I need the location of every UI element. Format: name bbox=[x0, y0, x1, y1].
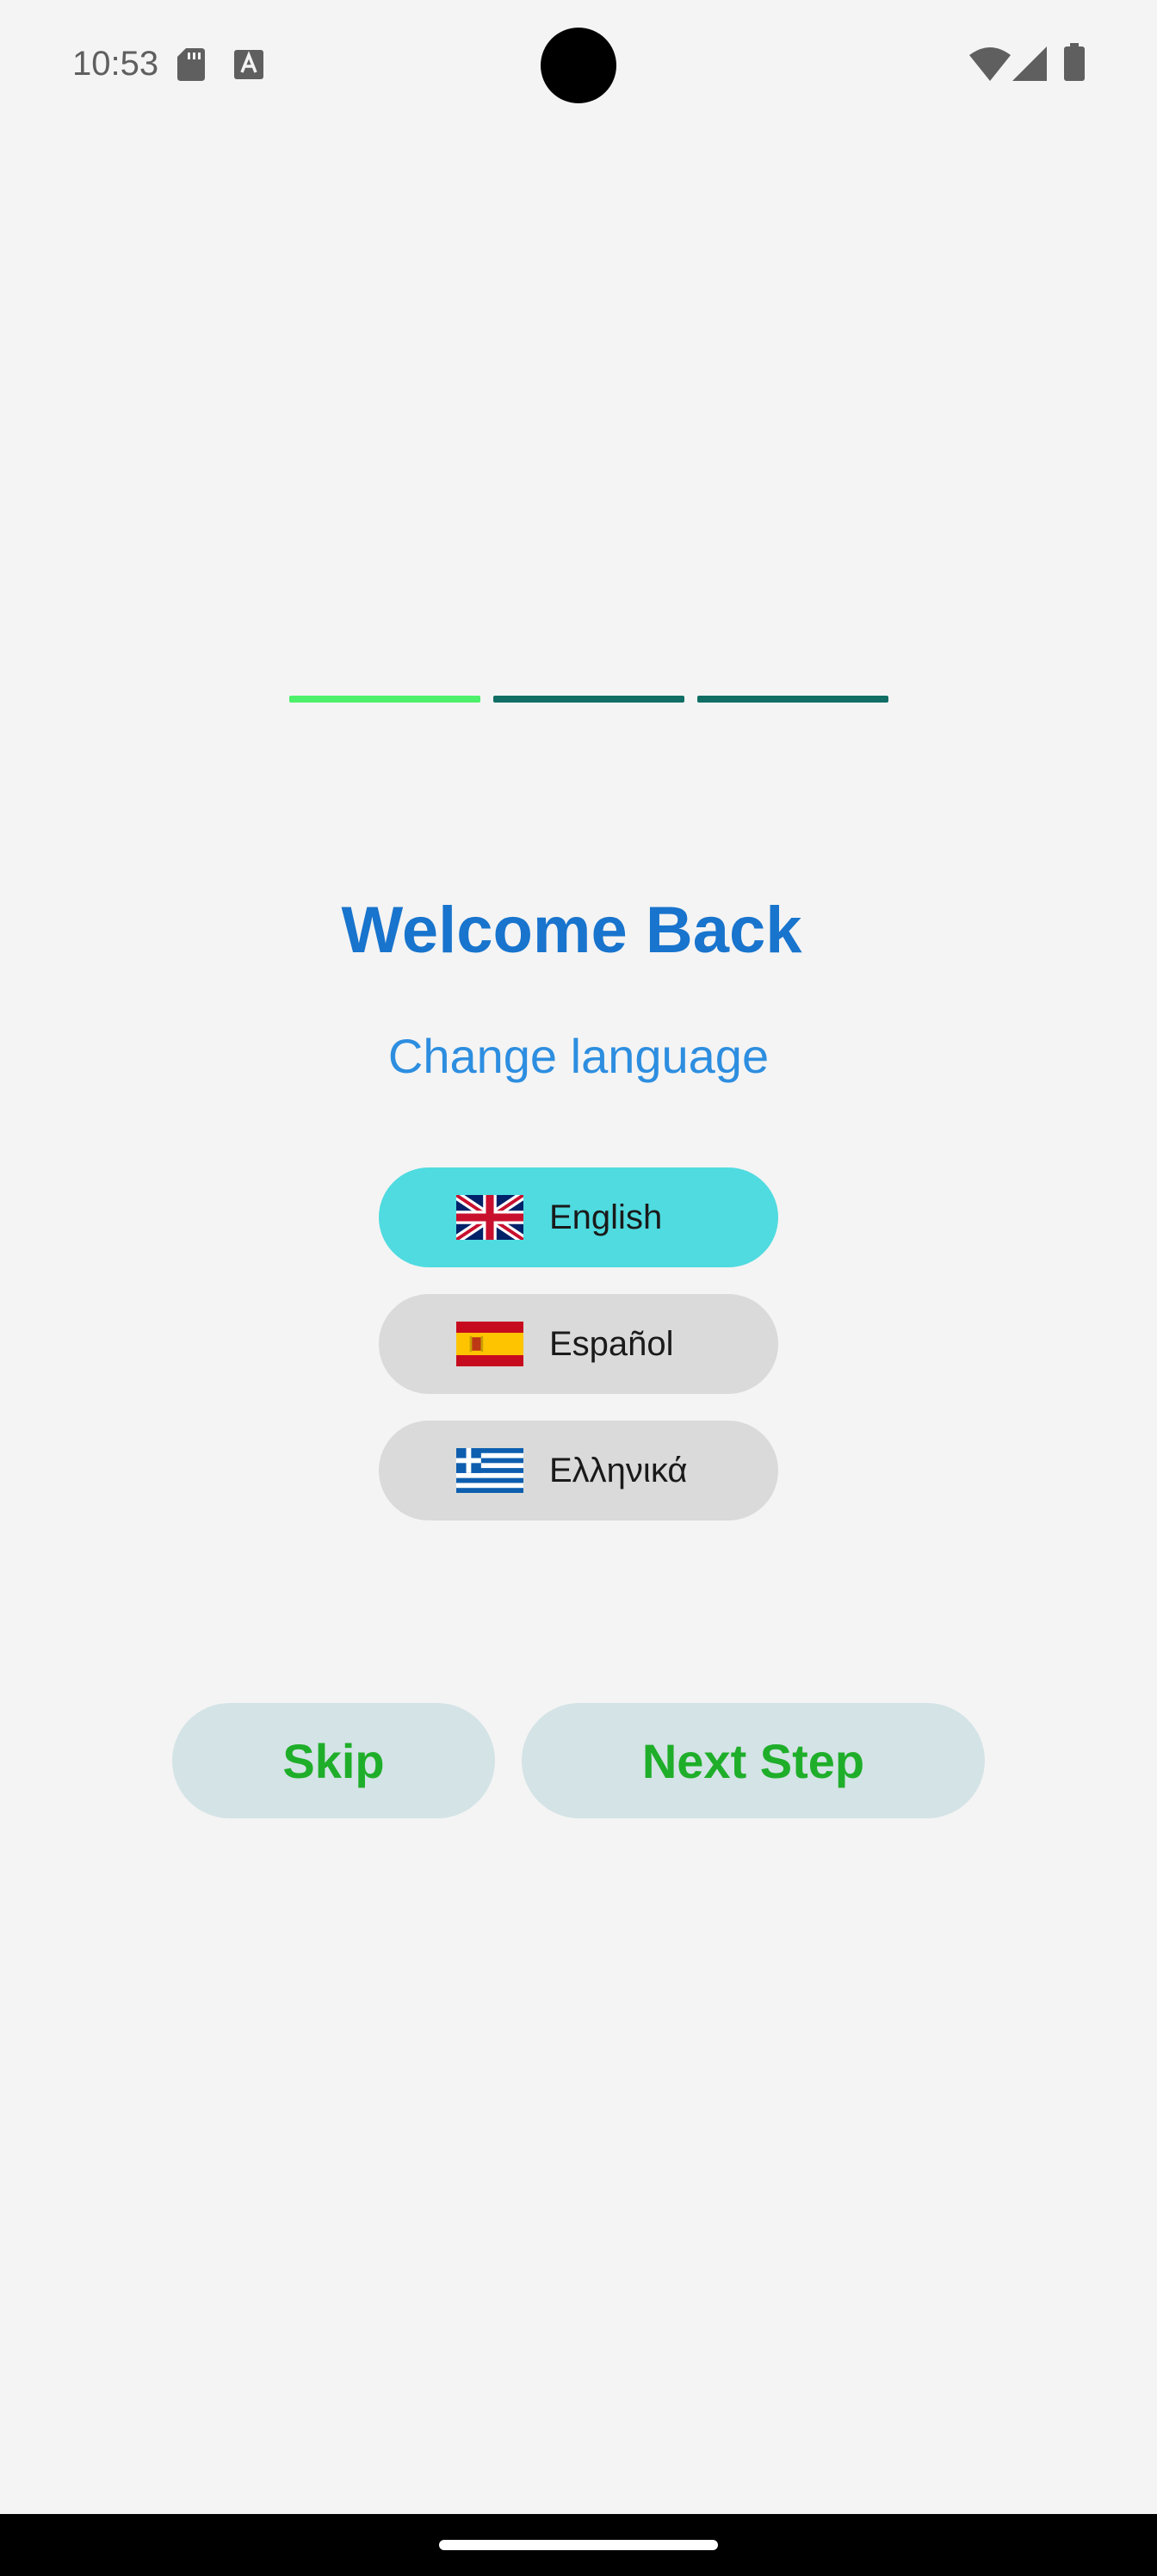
progress-step-2 bbox=[493, 696, 684, 703]
step-progress-indicator bbox=[289, 696, 888, 703]
text-a-icon bbox=[234, 50, 263, 79]
language-label: Ελληνικά bbox=[549, 1452, 688, 1489]
status-time: 10:53 bbox=[72, 45, 159, 83]
greece-flag-icon bbox=[456, 1448, 523, 1493]
language-option-greek[interactable]: Ελληνικά bbox=[379, 1421, 778, 1520]
progress-step-3 bbox=[697, 696, 888, 703]
language-option-spanish[interactable]: Español bbox=[379, 1294, 778, 1394]
uk-flag-icon bbox=[456, 1195, 523, 1240]
language-label: English bbox=[549, 1198, 663, 1236]
language-label: Español bbox=[549, 1325, 674, 1363]
signal-icon bbox=[1012, 46, 1047, 81]
battery-icon bbox=[1064, 43, 1085, 81]
status-bar: 10:53 bbox=[0, 0, 1157, 129]
spain-flag-icon bbox=[456, 1322, 523, 1366]
wifi-icon bbox=[969, 47, 1011, 81]
language-option-english[interactable]: English bbox=[379, 1167, 778, 1267]
home-gesture-handle[interactable] bbox=[439, 2540, 718, 2550]
next-step-button[interactable]: Next Step bbox=[522, 1703, 985, 1818]
change-language-subtitle: Change language bbox=[387, 1029, 770, 1083]
skip-button[interactable]: Skip bbox=[172, 1703, 495, 1818]
sd-card-icon bbox=[177, 48, 205, 81]
front-camera bbox=[541, 28, 616, 103]
page-title: Welcome Back bbox=[341, 894, 802, 967]
progress-step-1 bbox=[289, 696, 480, 703]
